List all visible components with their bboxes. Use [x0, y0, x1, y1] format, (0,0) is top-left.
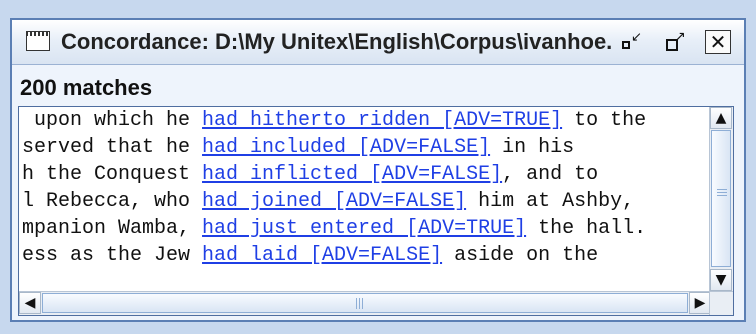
- concordance-window: Concordance: D:\My Unitex\English\Corpus…: [10, 18, 746, 322]
- scroll-up-icon: ▲: [715, 110, 727, 126]
- match-link[interactable]: had just entered [ADV=TRUE]: [202, 217, 526, 240]
- vertical-scrollbar[interactable]: ▲ ▼: [709, 107, 733, 291]
- left-context: upon which he: [22, 109, 203, 132]
- horizontal-thumb-grip: [356, 298, 357, 309]
- concordance-line: l Rebecca, who had joined [ADV=FALSE] hi…: [22, 188, 710, 215]
- scroll-right-button[interactable]: ▶: [689, 292, 711, 314]
- concordance-line: mpanion Wamba, had just entered [ADV=TRU…: [22, 215, 710, 242]
- scroll-right-icon: ▶: [694, 295, 706, 311]
- match-link[interactable]: had inflicted [ADV=FALSE]: [202, 163, 502, 186]
- matches-count: 200 matches: [20, 75, 153, 100]
- iconify-icon: ↙: [621, 30, 642, 51]
- concordance-line: h the Conquest had inflicted [ADV=FALSE]…: [22, 161, 710, 188]
- right-context: to the: [562, 109, 647, 132]
- scroll-left-button[interactable]: ◀: [19, 292, 41, 314]
- left-context: h the Conquest: [22, 163, 203, 186]
- close-icon: ✕: [709, 30, 727, 54]
- concordance-line: served that he had included [ADV=FALSE] …: [22, 134, 710, 161]
- maximize-icon: ↗: [664, 29, 686, 52]
- left-context: mpanion Wamba,: [22, 217, 203, 240]
- vertical-scroll-thumb[interactable]: [711, 130, 731, 267]
- match-link[interactable]: had hitherto ridden [ADV=TRUE]: [202, 109, 562, 132]
- left-context: served that he: [22, 136, 203, 159]
- title-bar[interactable]: Concordance: D:\My Unitex\English\Corpus…: [12, 20, 744, 65]
- match-link[interactable]: had joined [ADV=FALSE]: [202, 190, 466, 213]
- maximize-arrow-shape: ↗: [674, 29, 686, 45]
- concordance-line: upon which he had hitherto ridden [ADV=T…: [22, 107, 710, 134]
- right-context: him at Ashby,: [466, 190, 635, 213]
- scroll-left-icon: ◀: [24, 295, 36, 311]
- scroll-up-button[interactable]: ▲: [710, 107, 732, 129]
- window-title: Concordance: D:\My Unitex\English\Corpus…: [61, 29, 611, 54]
- right-context: the hall.: [526, 217, 647, 240]
- horizontal-scrollbar[interactable]: ◀ ▶: [19, 291, 711, 315]
- left-context: l Rebecca, who: [22, 190, 203, 213]
- concordance-line: ess as the Jew had laid [ADV=FALSE] asid…: [22, 242, 710, 269]
- match-link[interactable]: had included [ADV=FALSE]: [202, 136, 490, 159]
- iconify-arrow-shape: ↙: [631, 30, 642, 45]
- match-link[interactable]: had laid [ADV=FALSE]: [202, 244, 442, 267]
- iconify-button[interactable]: ↙: [616, 30, 644, 54]
- close-button[interactable]: ✕: [705, 30, 731, 54]
- scroll-down-button[interactable]: ▼: [710, 269, 732, 291]
- horizontal-scroll-thumb[interactable]: [42, 293, 688, 313]
- iconify-box-shape: [622, 41, 630, 49]
- concordance-text-area[interactable]: upon which he had hitherto ridden [ADV=T…: [22, 107, 710, 291]
- right-context: in his: [490, 136, 575, 159]
- maximize-button[interactable]: ↗: [660, 30, 688, 54]
- right-context: aside on the: [442, 244, 599, 267]
- concordance-panel[interactable]: upon which he had hitherto ridden [ADV=T…: [18, 106, 734, 316]
- screenshot-background: Concordance: D:\My Unitex\English\Corpus…: [0, 0, 756, 334]
- right-context: , and to: [502, 163, 599, 186]
- left-context: ess as the Jew: [22, 244, 203, 267]
- scrollbar-corner: [709, 291, 733, 315]
- window-icon: [26, 31, 50, 51]
- scroll-down-icon: ▼: [715, 272, 727, 288]
